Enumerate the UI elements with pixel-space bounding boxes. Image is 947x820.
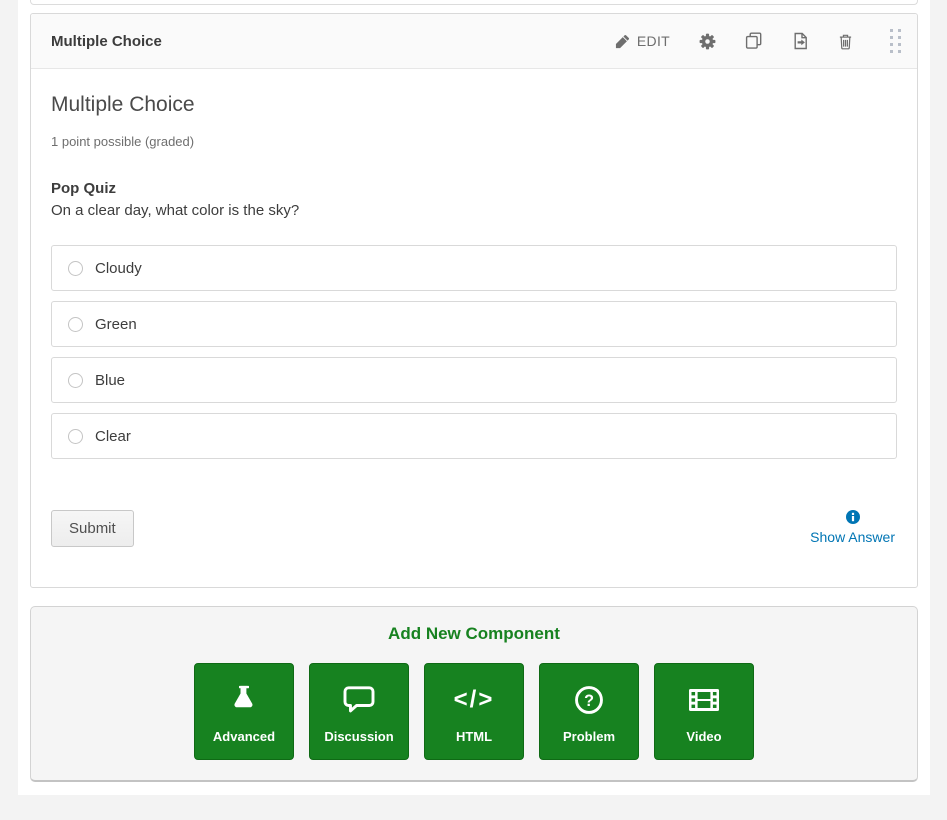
move-icon	[792, 32, 809, 50]
add-html-button[interactable]: </> HTML	[424, 663, 524, 760]
add-component-panel: Add New Component Advanced Discussio	[30, 606, 918, 782]
duplicate-button[interactable]	[745, 32, 763, 50]
add-problem-button[interactable]: ? Problem	[539, 663, 639, 760]
radio-button[interactable]	[68, 261, 83, 276]
duplicate-icon	[745, 32, 763, 50]
move-button[interactable]	[792, 32, 809, 50]
problem-heading: Multiple Choice	[51, 93, 897, 117]
type-label: HTML	[456, 729, 492, 744]
edit-button[interactable]: EDIT	[615, 33, 670, 49]
component-header: Multiple Choice EDIT	[31, 14, 917, 69]
drag-handle[interactable]	[888, 27, 903, 55]
add-video-button[interactable]: Video	[654, 663, 754, 760]
page: { "colors": { "accent_green": "#178220",…	[0, 0, 947, 820]
choice-label: Cloudy	[95, 260, 142, 277]
component-body: Multiple Choice 1 point possible (graded…	[31, 69, 917, 587]
submit-button[interactable]: Submit	[51, 510, 134, 547]
component-title: Multiple Choice	[51, 33, 162, 50]
type-label: Problem	[563, 729, 615, 744]
component-type-buttons: Advanced Discussion </> HTML	[31, 663, 917, 760]
choice-row[interactable]: Cloudy	[51, 245, 897, 291]
question-text: On a clear day, what color is the sky?	[51, 202, 897, 219]
show-answer[interactable]: Show Answer	[810, 510, 895, 545]
problem-action-row: Submit Show Answer	[51, 510, 897, 547]
component-actions: EDIT	[615, 27, 903, 55]
film-icon	[688, 679, 720, 721]
radio-button[interactable]	[68, 373, 83, 388]
choice-row[interactable]: Green	[51, 301, 897, 347]
add-advanced-button[interactable]: Advanced	[194, 663, 294, 760]
choice-label: Green	[95, 316, 137, 333]
choice-label: Blue	[95, 372, 125, 389]
svg-text:?: ?	[584, 692, 594, 710]
add-component-title: Add New Component	[31, 624, 917, 644]
pencil-icon	[615, 34, 630, 49]
show-answer-link[interactable]: Show Answer	[810, 529, 895, 545]
info-icon	[846, 510, 860, 524]
question-circle-icon: ?	[574, 679, 604, 721]
type-label: Advanced	[213, 729, 275, 744]
choices-group: Cloudy Green Blue Clear	[51, 245, 897, 459]
question-label: Pop Quiz	[51, 180, 897, 197]
content-area: Multiple Choice EDIT	[18, 0, 930, 795]
gear-icon	[699, 33, 716, 50]
type-label: Discussion	[324, 729, 393, 744]
settings-button[interactable]	[699, 33, 716, 50]
component-card: Multiple Choice EDIT	[30, 13, 918, 588]
previous-component-edge	[30, 0, 918, 5]
speech-bubble-icon	[343, 679, 375, 721]
trash-icon	[838, 33, 853, 50]
flask-icon	[231, 679, 257, 721]
code-icon: </>	[454, 679, 495, 721]
choice-row[interactable]: Clear	[51, 413, 897, 459]
delete-button[interactable]	[838, 33, 853, 50]
type-label: Video	[686, 729, 721, 744]
add-discussion-button[interactable]: Discussion	[309, 663, 409, 760]
radio-button[interactable]	[68, 317, 83, 332]
edit-label: EDIT	[637, 33, 670, 49]
radio-button[interactable]	[68, 429, 83, 444]
choice-row[interactable]: Blue	[51, 357, 897, 403]
points-text: 1 point possible (graded)	[51, 134, 897, 149]
choice-label: Clear	[95, 428, 131, 445]
